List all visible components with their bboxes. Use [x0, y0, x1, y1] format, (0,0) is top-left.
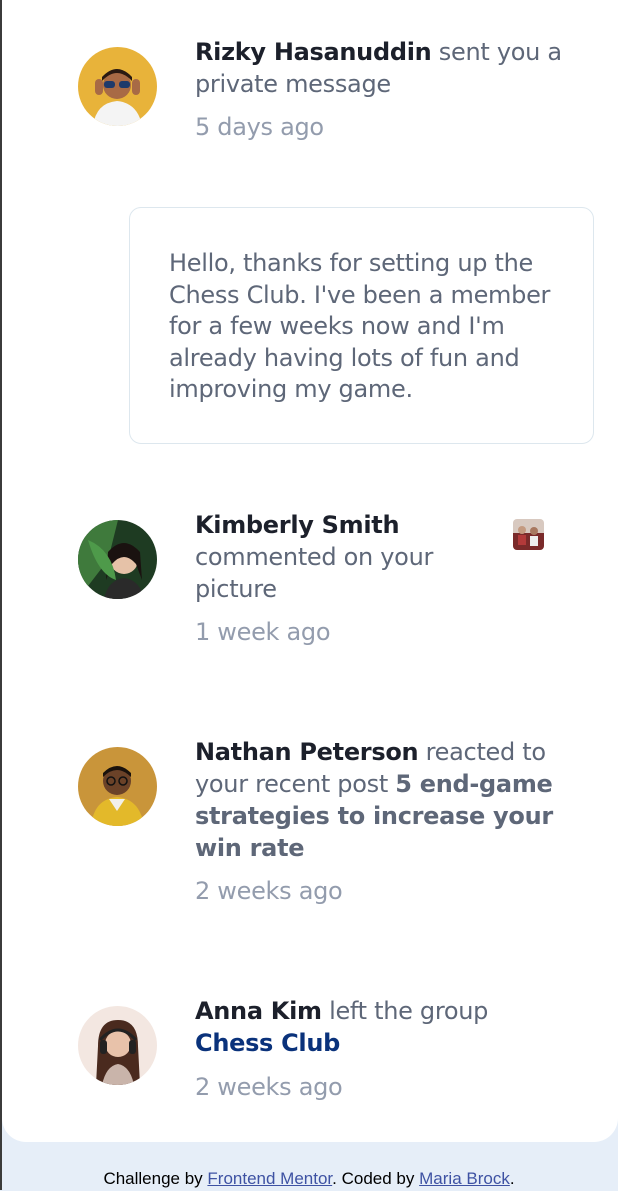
user-name[interactable]: Nathan Peterson	[195, 738, 419, 766]
notifications-card: Rizky Hasanuddin sent you a private mess…	[2, 0, 618, 1142]
notification-text: Kimberly Smith commented on your picture	[195, 509, 495, 605]
notification-action: commented on your picture	[195, 543, 434, 603]
chess-picture-thumbnail[interactable]	[513, 519, 544, 550]
notification-time: 2 weeks ago	[195, 877, 343, 905]
notification-action: left the group	[329, 997, 489, 1025]
footer-prefix: Challenge by	[103, 1169, 203, 1188]
notification-time: 2 weeks ago	[195, 1073, 343, 1101]
user-name[interactable]: Anna Kim	[195, 997, 322, 1025]
avatar-rizky[interactable]	[78, 47, 157, 126]
author-link[interactable]: Maria Brock	[419, 1169, 510, 1188]
footer-suffix: .	[509, 1169, 515, 1188]
avatar-nathan[interactable]	[78, 747, 157, 826]
user-name[interactable]: Kimberly Smith	[195, 511, 400, 539]
group-link[interactable]: Chess Club	[195, 1029, 340, 1057]
attribution-footer: Challenge by Frontend Mentor. Coded by M…	[0, 1167, 618, 1191]
notification-time: 5 days ago	[195, 113, 324, 141]
notification-text: Rizky Hasanuddin sent you a private mess…	[195, 36, 565, 100]
notification-text: Anna Kim left the group Chess Club	[195, 995, 565, 1059]
notification-text: Nathan Peterson reacted to your recent p…	[195, 736, 565, 864]
avatar-kimberly[interactable]	[78, 520, 157, 599]
private-message[interactable]: Hello, thanks for setting up the Chess C…	[129, 207, 594, 444]
frontend-mentor-link[interactable]: Frontend Mentor	[207, 1169, 332, 1188]
footer-middle: . Coded by	[332, 1169, 415, 1188]
user-name[interactable]: Rizky Hasanuddin	[195, 38, 432, 66]
avatar-anna[interactable]	[78, 1006, 157, 1085]
notification-time: 1 week ago	[195, 618, 331, 646]
